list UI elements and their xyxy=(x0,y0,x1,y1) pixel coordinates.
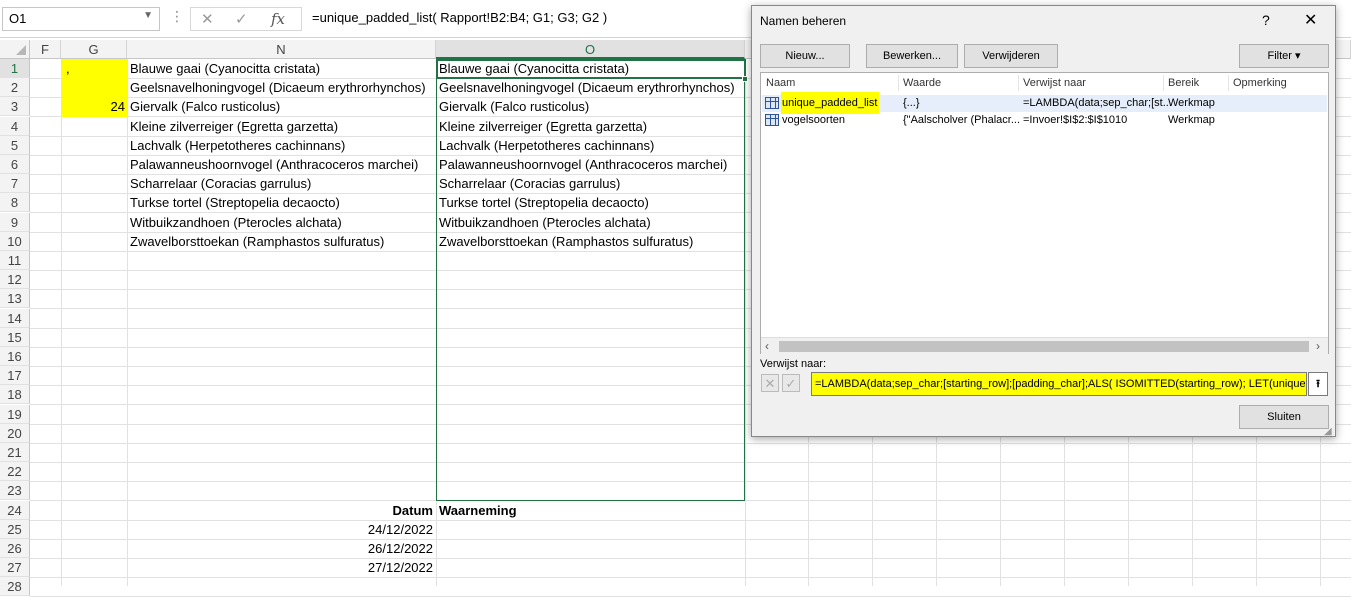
column-naam[interactable]: Naam xyxy=(766,77,795,89)
refers-to-cell: =LAMBDA(data;sep_char;[st... xyxy=(1023,97,1172,109)
row-header[interactable]: 2 xyxy=(0,78,30,97)
row-header[interactable]: 27 xyxy=(0,558,30,577)
gridline-horizontal xyxy=(30,577,1351,578)
cell-n4[interactable]: Kleine zilverreiger (Egretta garzetta) xyxy=(130,117,435,136)
column-divider xyxy=(1018,75,1019,91)
delete-button[interactable]: Verwijderen xyxy=(964,44,1058,68)
horizontal-scrollbar[interactable]: ‹ › xyxy=(761,337,1328,354)
name-cell: unique_padded_list xyxy=(781,92,879,114)
close-icon[interactable]: ✕ xyxy=(1304,10,1317,30)
resize-grip-icon[interactable]: ◢ xyxy=(1324,426,1332,437)
row-header[interactable]: 25 xyxy=(0,520,30,539)
gridline-vertical xyxy=(745,59,746,586)
column-verwijst-naar[interactable]: Verwijst naar xyxy=(1023,77,1086,89)
row-header[interactable]: 12 xyxy=(0,270,30,289)
name-table-icon xyxy=(765,114,779,126)
row-header[interactable]: 23 xyxy=(0,481,30,500)
table-date-cell[interactable]: 27/12/2022 xyxy=(130,558,433,577)
table-header-waarneming[interactable]: Waarneming xyxy=(439,501,739,520)
column-opmerking[interactable]: Opmerking xyxy=(1233,77,1287,89)
scrollbar-thumb[interactable] xyxy=(779,341,1309,352)
scope-cell: Werkmap xyxy=(1168,97,1215,109)
cancel-edit-icon[interactable]: ✕ xyxy=(761,374,779,392)
row-header[interactable]: 9 xyxy=(0,213,30,232)
column-bereik[interactable]: Bereik xyxy=(1168,77,1199,89)
cell-n3[interactable]: Giervalk (Falco rusticolus) xyxy=(130,97,435,116)
row-header[interactable]: 18 xyxy=(0,385,30,404)
row-header[interactable]: 5 xyxy=(0,136,30,155)
cell-n9[interactable]: Witbuikzandhoen (Pterocles alchata) xyxy=(130,213,435,232)
row-header[interactable]: 4 xyxy=(0,117,30,136)
column-divider xyxy=(1163,75,1164,91)
edit-button[interactable]: Bewerken... xyxy=(866,44,958,68)
cell-g2[interactable] xyxy=(62,78,127,98)
scope-cell: Werkmap xyxy=(1168,114,1215,126)
row-header[interactable]: 26 xyxy=(0,539,30,558)
help-button[interactable]: ? xyxy=(1262,12,1270,28)
row-header[interactable]: 13 xyxy=(0,289,30,308)
row-header[interactable]: 19 xyxy=(0,405,30,424)
gridline-vertical xyxy=(127,59,128,586)
close-button[interactable]: Sluiten xyxy=(1239,405,1329,429)
refers-to-label: Verwijst naar: xyxy=(760,358,827,370)
row-header[interactable]: 6 xyxy=(0,155,30,174)
gridline-vertical xyxy=(61,59,62,586)
row-header[interactable]: 7 xyxy=(0,174,30,193)
column-divider xyxy=(898,75,899,91)
row-header[interactable]: 10 xyxy=(0,232,30,251)
row-header[interactable]: 24 xyxy=(0,501,30,520)
row-header[interactable]: 22 xyxy=(0,462,30,481)
value-cell: {...} xyxy=(903,97,920,109)
list-item[interactable]: unique_padded_list {...} =LAMBDA(data;se… xyxy=(762,92,1327,114)
scroll-right-icon[interactable]: › xyxy=(1316,339,1320,353)
cell-n8[interactable]: Turkse tortel (Streptopelia decaocto) xyxy=(130,193,435,212)
table-date-cell[interactable]: 24/12/2022 xyxy=(130,520,433,539)
table-header-datum[interactable]: Datum xyxy=(130,501,433,520)
names-list[interactable]: Naam Waarde Verwijst naar Bereik Opmerki… xyxy=(760,72,1329,354)
row-header[interactable]: 3 xyxy=(0,97,30,116)
row-header[interactable]: 28 xyxy=(0,577,30,596)
row-header[interactable]: 11 xyxy=(0,251,30,270)
refers-to-input[interactable]: =LAMBDA(data;sep_char;[starting_row];[pa… xyxy=(811,372,1307,396)
column-waarde[interactable]: Waarde xyxy=(903,77,941,89)
value-cell: {"Aalscholver (Phalacr... xyxy=(903,114,1021,126)
fill-handle[interactable] xyxy=(742,76,748,82)
scroll-left-icon[interactable]: ‹ xyxy=(765,339,769,353)
filter-button[interactable]: Filter ▾ xyxy=(1239,44,1329,68)
confirm-edit-icon[interactable]: ✓ xyxy=(782,374,800,392)
row-header[interactable]: 20 xyxy=(0,424,30,443)
refers-to-cell: =Invoer!$I$2:$I$1010 xyxy=(1023,114,1128,126)
row-header[interactable]: 14 xyxy=(0,309,30,328)
row-header[interactable]: 21 xyxy=(0,443,30,462)
cell-g1-value: , xyxy=(66,61,70,76)
active-cell[interactable] xyxy=(436,59,746,79)
cell-g3-value: 24 xyxy=(110,99,125,114)
name-table-icon xyxy=(765,97,779,109)
row-header[interactable]: 15 xyxy=(0,328,30,347)
row-header[interactable]: 17 xyxy=(0,366,30,385)
row-header[interactable]: 16 xyxy=(0,347,30,366)
row-header[interactable]: 1 xyxy=(0,59,30,78)
name-cell: vogelsoorten xyxy=(782,114,845,126)
name-manager-dialog: Namen beheren ? ✕ Nieuw... Bewerken... V… xyxy=(751,5,1336,437)
dialog-title: Namen beheren xyxy=(760,14,847,28)
cell-n2[interactable]: Geelsnavelhoningvogel (Dicaeum erythrorh… xyxy=(130,78,435,97)
cell-n5[interactable]: Lachvalk (Herpetotheres cachinnans) xyxy=(130,136,435,155)
selection-range xyxy=(436,59,745,501)
cell-n1[interactable]: Blauwe gaai (Cyanocitta cristata) xyxy=(130,59,435,78)
row-header[interactable]: 8 xyxy=(0,193,30,212)
column-divider xyxy=(1228,75,1229,91)
table-date-cell[interactable]: 26/12/2022 xyxy=(130,539,433,558)
collapse-dialog-icon[interactable]: ⭱ xyxy=(1308,372,1328,396)
cell-n10[interactable]: Zwavelborsttoekan (Ramphastos sulfuratus… xyxy=(130,232,435,251)
cell-n6[interactable]: Palawanneushoornvogel (Anthracoceros mar… xyxy=(130,155,435,174)
cell-n7[interactable]: Scharrelaar (Coracias garrulus) xyxy=(130,174,435,193)
list-item[interactable]: vogelsoorten {"Aalscholver (Phalacr... =… xyxy=(762,112,1327,129)
new-button[interactable]: Nieuw... xyxy=(760,44,850,68)
